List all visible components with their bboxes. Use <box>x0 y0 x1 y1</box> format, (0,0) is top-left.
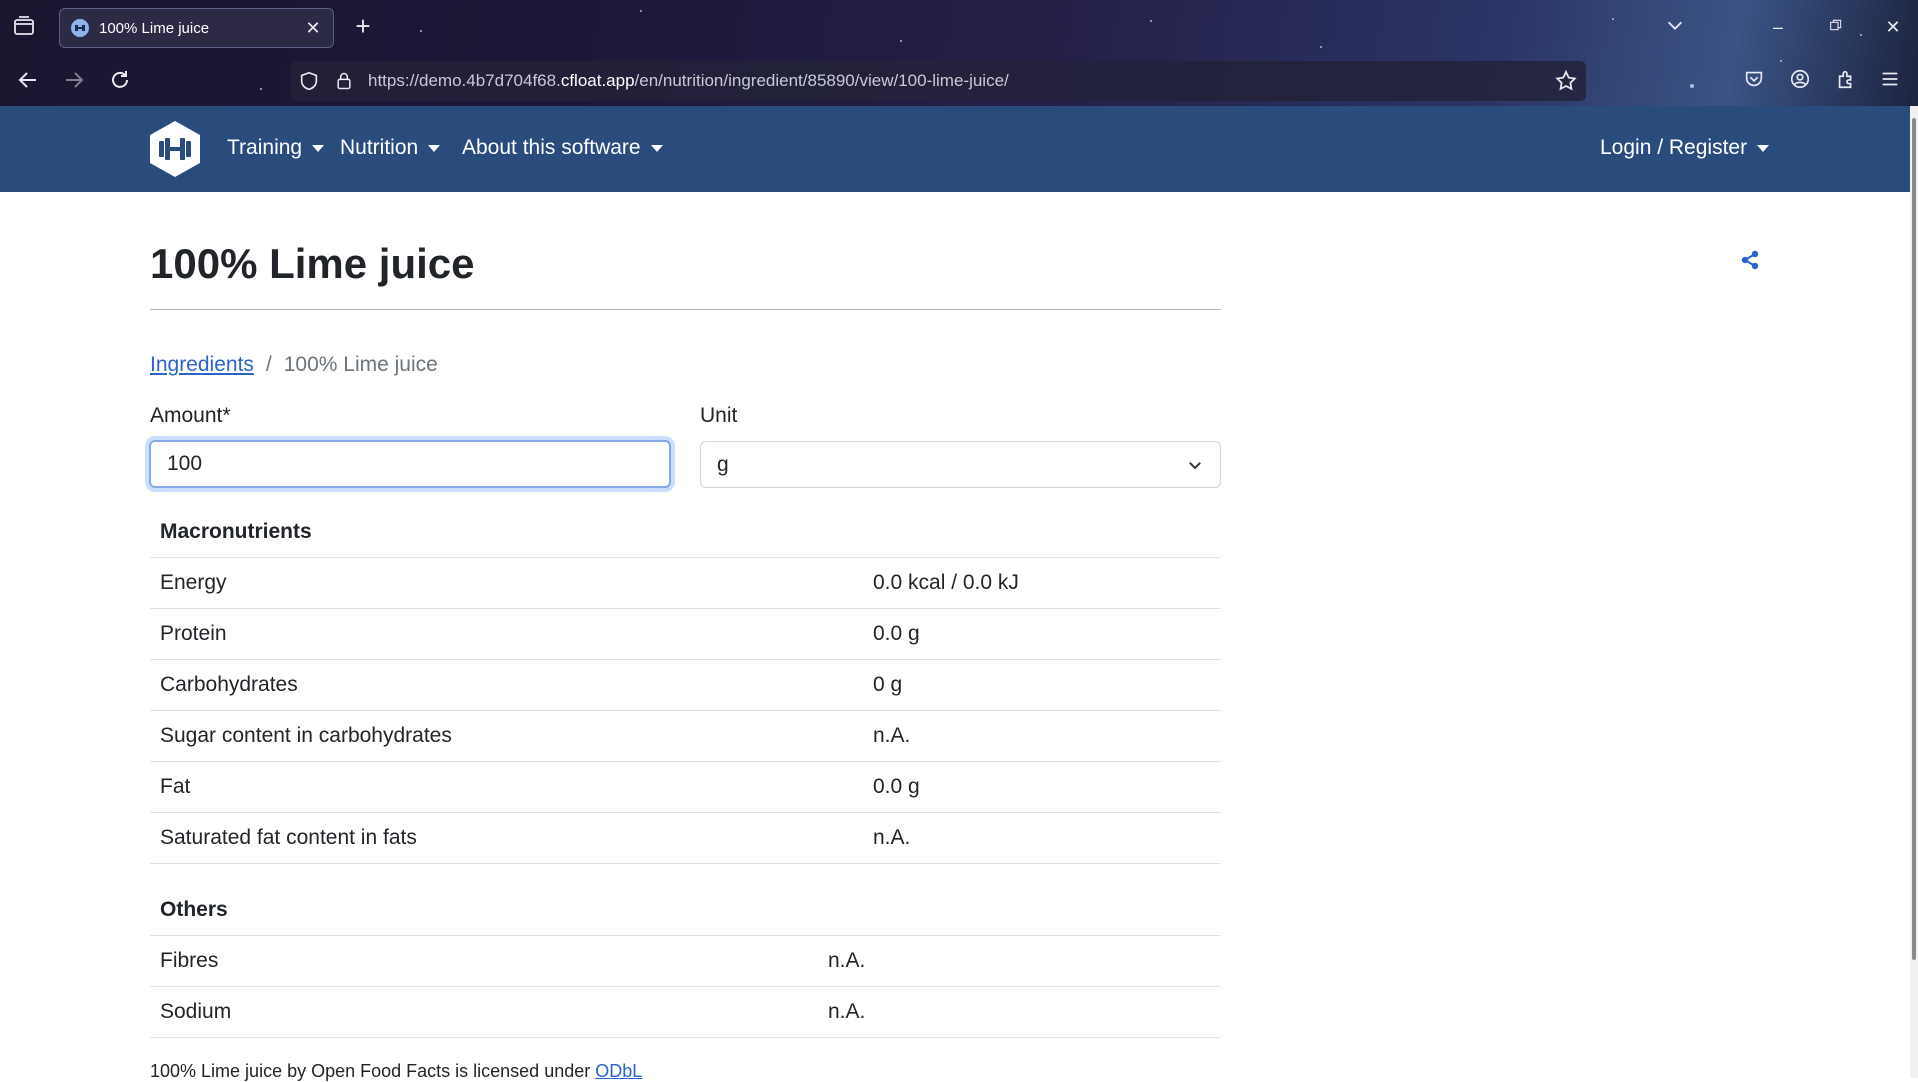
nav-training[interactable]: Training <box>227 136 325 160</box>
restore-icon[interactable] <box>1823 14 1849 40</box>
title-divider <box>150 309 1221 310</box>
amount-label: Amount* <box>150 404 231 427</box>
account-icon[interactable] <box>1789 68 1815 94</box>
unit-select[interactable]: g <box>700 441 1221 488</box>
nutrient-name: Energy <box>160 571 227 594</box>
pocket-icon[interactable] <box>1743 68 1769 94</box>
macronutrients-table: Energy 0.0 kcal / 0.0 kJ Protein 0.0 g C… <box>150 557 1221 864</box>
nutrient-name: Sugar content in carbohydrates <box>160 724 452 747</box>
browser-chrome: 100% Lime juice ✕ + – ✕ https://demo.4b7… <box>0 0 1918 106</box>
new-tab-icon[interactable]: + <box>350 13 376 40</box>
breadcrumb: Ingredients / 100% Lime juice <box>150 353 438 377</box>
chevron-down-icon <box>1189 461 1201 469</box>
caret-down-icon <box>312 144 325 152</box>
lock-icon[interactable] <box>334 71 354 91</box>
browser-tab[interactable]: 100% Lime juice ✕ <box>59 8 334 48</box>
nutrient-name: Fat <box>160 775 191 798</box>
caret-down-icon <box>428 144 441 152</box>
nutrient-value: n.A. <box>873 724 911 747</box>
back-arrow-icon[interactable] <box>16 68 42 94</box>
nav-about[interactable]: About this software <box>462 136 663 160</box>
nutrient-name: Carbohydrates <box>160 673 298 696</box>
close-icon[interactable]: ✕ <box>303 18 323 38</box>
nutrient-value: 0.0 g <box>873 622 920 645</box>
nav-nutrition[interactable]: Nutrition <box>340 136 441 160</box>
table-row: Fat 0.0 g <box>150 761 1221 812</box>
nutrient-value: n.A. <box>828 1000 866 1023</box>
table-row: Saturated fat content in fats n.A. <box>150 812 1221 864</box>
odbl-license-link[interactable]: ODbL <box>595 1061 642 1081</box>
reload-icon[interactable] <box>108 68 134 94</box>
wger-logo-icon[interactable] <box>148 120 202 178</box>
amount-input[interactable] <box>149 440 671 488</box>
minimize-icon[interactable]: – <box>1765 14 1791 40</box>
table-row: Sodium n.A. <box>150 986 1221 1038</box>
wger-favicon-icon <box>71 19 89 37</box>
list-all-tabs-icon[interactable] <box>1662 14 1688 40</box>
tab-list-icon[interactable] <box>12 14 38 40</box>
forward-arrow-icon[interactable] <box>62 68 88 94</box>
nutrient-name: Sodium <box>160 1000 232 1023</box>
bookmark-star-icon[interactable] <box>1554 69 1578 93</box>
browser-toolbar: https://demo.4b7d704f68.cfloat.app/en/nu… <box>0 56 1918 106</box>
macronutrients-heading: Macronutrients <box>160 520 312 543</box>
nutrient-value: 0.0 kcal / 0.0 kJ <box>873 571 1019 594</box>
unit-selected-value: g <box>717 452 729 476</box>
nutrient-value: n.A. <box>828 949 866 972</box>
site-navbar: Training Nutrition About this software L… <box>0 106 1910 192</box>
others-heading: Others <box>160 898 228 921</box>
share-icon[interactable] <box>1740 250 1760 270</box>
nutrient-name: Protein <box>160 622 227 645</box>
nutrient-value: n.A. <box>873 826 911 849</box>
caret-down-icon <box>1757 144 1770 152</box>
breadcrumb-ingredients-link[interactable]: Ingredients <box>150 353 254 377</box>
extensions-icon[interactable] <box>1835 68 1861 94</box>
page-title: 100% Lime juice <box>150 240 475 287</box>
breadcrumb-separator: / <box>265 353 272 376</box>
table-row: Protein 0.0 g <box>150 608 1221 659</box>
scrollbar-thumb[interactable] <box>1912 118 1916 960</box>
tab-bar: 100% Lime juice ✕ + – ✕ <box>0 0 1918 54</box>
window-close-icon[interactable]: ✕ <box>1880 14 1906 40</box>
tab-title: 100% Lime juice <box>99 19 210 37</box>
caret-down-icon <box>650 144 663 152</box>
table-row: Energy 0.0 kcal / 0.0 kJ <box>150 557 1221 608</box>
table-row: Sugar content in carbohydrates n.A. <box>150 710 1221 761</box>
breadcrumb-current: 100% Lime juice <box>283 353 438 376</box>
others-table: Fibres n.A. Sodium n.A. <box>150 935 1221 1038</box>
url-text[interactable]: https://demo.4b7d704f68.cfloat.app/en/nu… <box>368 71 1009 91</box>
nutrient-name: Saturated fat content in fats <box>160 826 417 849</box>
menu-icon[interactable] <box>1879 68 1905 94</box>
nav-login-register[interactable]: Login / Register <box>1600 136 1770 160</box>
unit-label: Unit <box>700 404 738 427</box>
nutrient-value: 0 g <box>873 673 903 696</box>
nutrient-name: Fibres <box>160 949 219 972</box>
table-row: Fibres n.A. <box>150 935 1221 986</box>
shield-icon[interactable] <box>298 70 320 92</box>
license-note: 100% Lime juice by Open Food Facts is li… <box>150 1061 643 1081</box>
address-bar[interactable]: https://demo.4b7d704f68.cfloat.app/en/nu… <box>290 61 1586 101</box>
nutrient-value: 0.0 g <box>873 775 920 798</box>
table-row: Carbohydrates 0 g <box>150 659 1221 710</box>
